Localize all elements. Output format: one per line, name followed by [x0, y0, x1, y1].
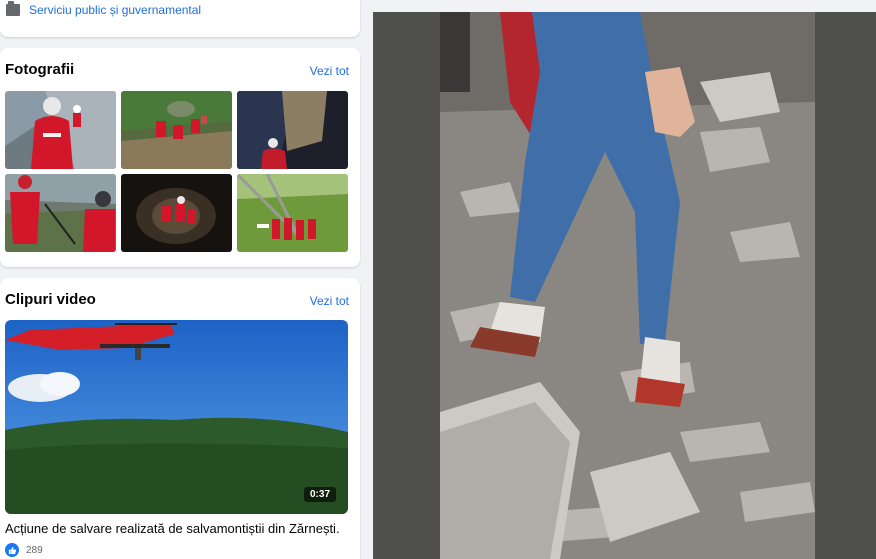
photo-thumbnail-5[interactable]: [121, 174, 232, 252]
category-row[interactable]: Serviciu public și guvernamental: [6, 1, 201, 17]
photos-title[interactable]: Fotografii: [5, 61, 74, 78]
photos-card: Fotografii Vezi tot: [0, 48, 360, 267]
photo-thumbnail-4[interactable]: [5, 174, 116, 252]
photo-grid: [5, 91, 348, 252]
video-reactions[interactable]: 289: [5, 543, 43, 557]
photo-thumbnail-2[interactable]: [121, 91, 232, 169]
video-duration: 0:37: [303, 487, 336, 502]
category-link[interactable]: Serviciu public și guvernamental: [29, 3, 201, 17]
left-column: Serviciu public și guvernamental Fotogra…: [0, 0, 361, 559]
like-icon: [5, 543, 19, 557]
photo-thumbnail-1[interactable]: [5, 91, 116, 169]
briefcase-icon: [6, 1, 20, 16]
photo-thumbnail-6[interactable]: [237, 174, 348, 252]
viewer-photo[interactable]: [440, 12, 815, 559]
page-info-card: Serviciu public și guvernamental: [0, 0, 360, 37]
like-count: 289: [26, 544, 43, 556]
photo-thumbnail-3[interactable]: [237, 91, 348, 169]
photos-see-all-link[interactable]: Vezi tot: [310, 64, 349, 78]
videos-title[interactable]: Clipuri video: [5, 291, 96, 308]
video-title[interactable]: Acțiune de salvare realizată de salvamon…: [5, 521, 350, 536]
video-thumbnail[interactable]: 0:37: [5, 320, 348, 514]
videos-see-all-link[interactable]: Vezi tot: [310, 294, 349, 308]
videos-card: Clipuri video Vezi tot 0:37 Acțiune de s…: [0, 278, 360, 559]
photo-viewer: [373, 12, 876, 559]
